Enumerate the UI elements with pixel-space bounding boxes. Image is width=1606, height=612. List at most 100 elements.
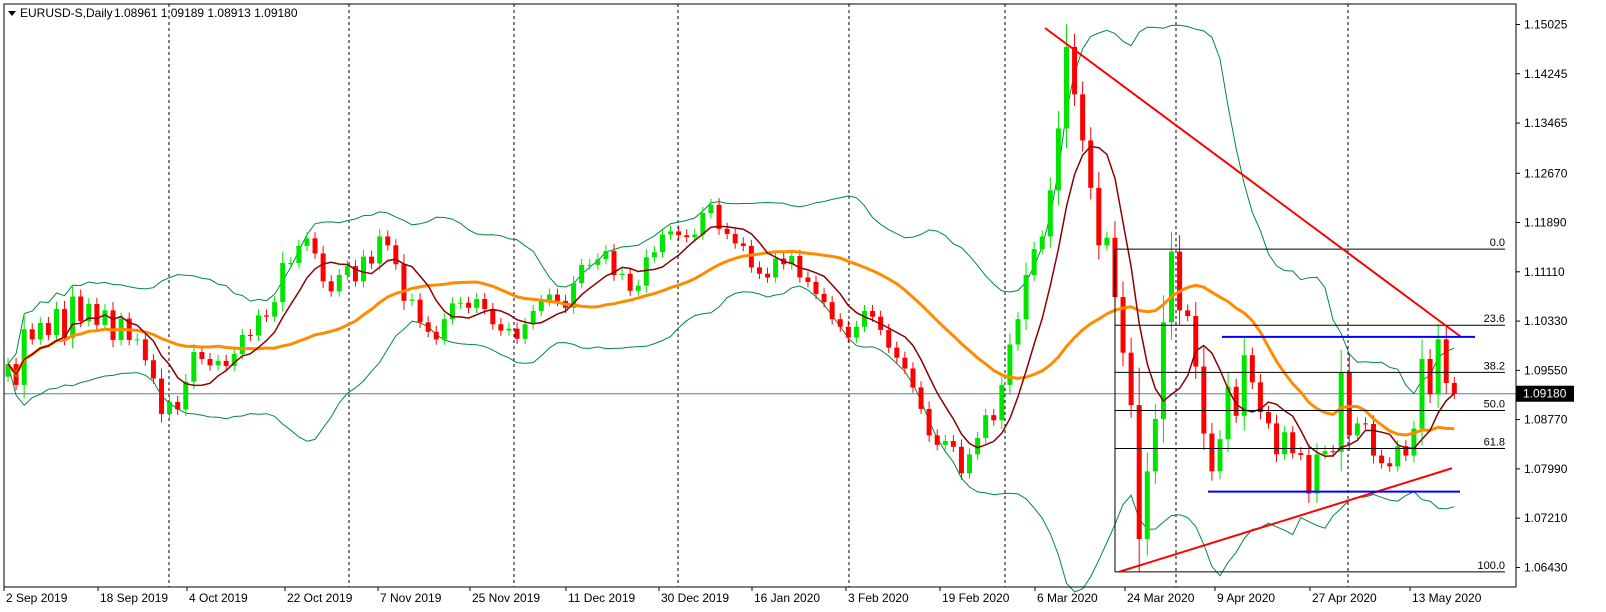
fib-level-label: 61.8 (1484, 437, 1505, 449)
candle-body (1160, 322, 1166, 419)
candle-body (1306, 454, 1312, 494)
candle-body (175, 401, 181, 410)
candle-body (967, 454, 973, 474)
candle-body (304, 238, 310, 246)
candle-body (950, 441, 956, 447)
candle-body (894, 347, 900, 358)
candle-body (530, 310, 536, 325)
y-tick-label: 1.10330 (1524, 314, 1568, 328)
candle-body (668, 231, 674, 235)
candle-body (183, 381, 189, 410)
candle-body (1322, 451, 1328, 455)
candle-body (1015, 319, 1021, 345)
candle-body (692, 234, 698, 238)
candle-body (110, 310, 116, 341)
y-tick-label: 1.08770 (1524, 413, 1568, 427)
candle-body (1362, 423, 1368, 425)
x-tick-label: 2 Sep 2019 (6, 591, 68, 605)
y-tick-label: 1.07990 (1524, 462, 1568, 476)
x-tick-label: 7 Nov 2019 (380, 591, 442, 605)
y-tick-label: 1.07210 (1524, 511, 1568, 525)
candle-body (716, 204, 722, 229)
candle-body (732, 233, 738, 244)
candle-body (886, 329, 892, 348)
candle-body (1427, 358, 1433, 395)
candle-body (554, 294, 560, 301)
candle-body (1274, 423, 1280, 455)
current-price-label: 1.09180 (1523, 387, 1567, 401)
candle-body (635, 285, 641, 291)
candle-body (482, 298, 488, 310)
candle-body (207, 358, 213, 366)
candle-body (102, 310, 108, 325)
y-tick-label: 1.09550 (1524, 363, 1568, 377)
candle-body (1185, 310, 1191, 317)
candle-body (417, 299, 423, 323)
x-tick-label: 27 Apr 2020 (1312, 591, 1377, 605)
candle-body (651, 252, 657, 258)
x-tick-label: 4 Oct 2019 (189, 591, 248, 605)
ohlc-values: 1.08961 1.09189 1.08913 1.09180 (114, 6, 298, 20)
candle-body (215, 360, 221, 366)
y-tick-label: 1.14245 (1524, 67, 1568, 81)
candle-body (1265, 412, 1271, 424)
candle-body (328, 281, 334, 292)
candle-body (393, 245, 399, 265)
candle-body (1451, 382, 1457, 394)
candle-body (288, 262, 294, 264)
candle-body (1096, 187, 1102, 246)
candle-body (1152, 418, 1158, 472)
x-tick-label: 11 Dec 2019 (568, 591, 635, 605)
plot-background (0, 0, 1606, 612)
candle-body (385, 236, 391, 246)
y-tick-label: 1.13465 (1524, 116, 1568, 130)
candle-body (150, 360, 156, 379)
candle-body (37, 322, 43, 340)
candle-body (1039, 236, 1045, 250)
candle-body (369, 256, 375, 264)
candle-body (684, 235, 690, 238)
candle-body (247, 334, 253, 336)
candle-body (70, 296, 76, 339)
candle-body (1177, 251, 1183, 311)
candle-body (255, 315, 261, 336)
candle-body (926, 408, 932, 436)
candle-body (579, 264, 585, 284)
candle-body (514, 328, 520, 339)
candle-body (498, 324, 504, 331)
candle-body (821, 293, 827, 303)
candle-body (312, 238, 318, 254)
candle-body (29, 329, 35, 340)
candle-body (740, 243, 746, 246)
candle-body (1290, 432, 1296, 454)
candle-body (1104, 237, 1110, 246)
candle-body (1169, 251, 1175, 323)
x-tick-label: 22 Oct 2019 (287, 591, 353, 605)
x-tick-label: 19 Feb 2020 (942, 591, 1010, 605)
candle-body (700, 213, 706, 235)
candle-body (401, 264, 407, 301)
candle-body (272, 302, 278, 317)
candle-body (474, 298, 480, 308)
candle-body (1387, 463, 1393, 467)
candle-body (1136, 405, 1142, 539)
candle-body (361, 256, 367, 282)
candle-body (595, 259, 601, 265)
x-tick-label: 24 Mar 2020 (1127, 591, 1195, 605)
y-tick-label: 1.06430 (1524, 560, 1568, 574)
candle-body (1023, 274, 1029, 320)
x-tick-label: 9 Apr 2020 (1217, 591, 1275, 605)
candle-body (441, 319, 447, 340)
x-tick-label: 6 Mar 2020 (1037, 591, 1098, 605)
x-tick-label: 30 Dec 2019 (661, 591, 729, 605)
candle-body (1201, 366, 1207, 434)
candle-body (1330, 451, 1336, 453)
candle-body (983, 415, 989, 438)
candle-body (910, 368, 916, 388)
candle-body (837, 319, 843, 327)
candle-body (159, 378, 165, 414)
candle-body (409, 299, 415, 301)
chart-canvas[interactable]: 0.0 23.6 38.2 50.0 61.8 100.0 1.15025 1.14245 1… (0, 0, 1606, 612)
candle-body (1371, 424, 1377, 456)
candle-body (425, 322, 431, 332)
